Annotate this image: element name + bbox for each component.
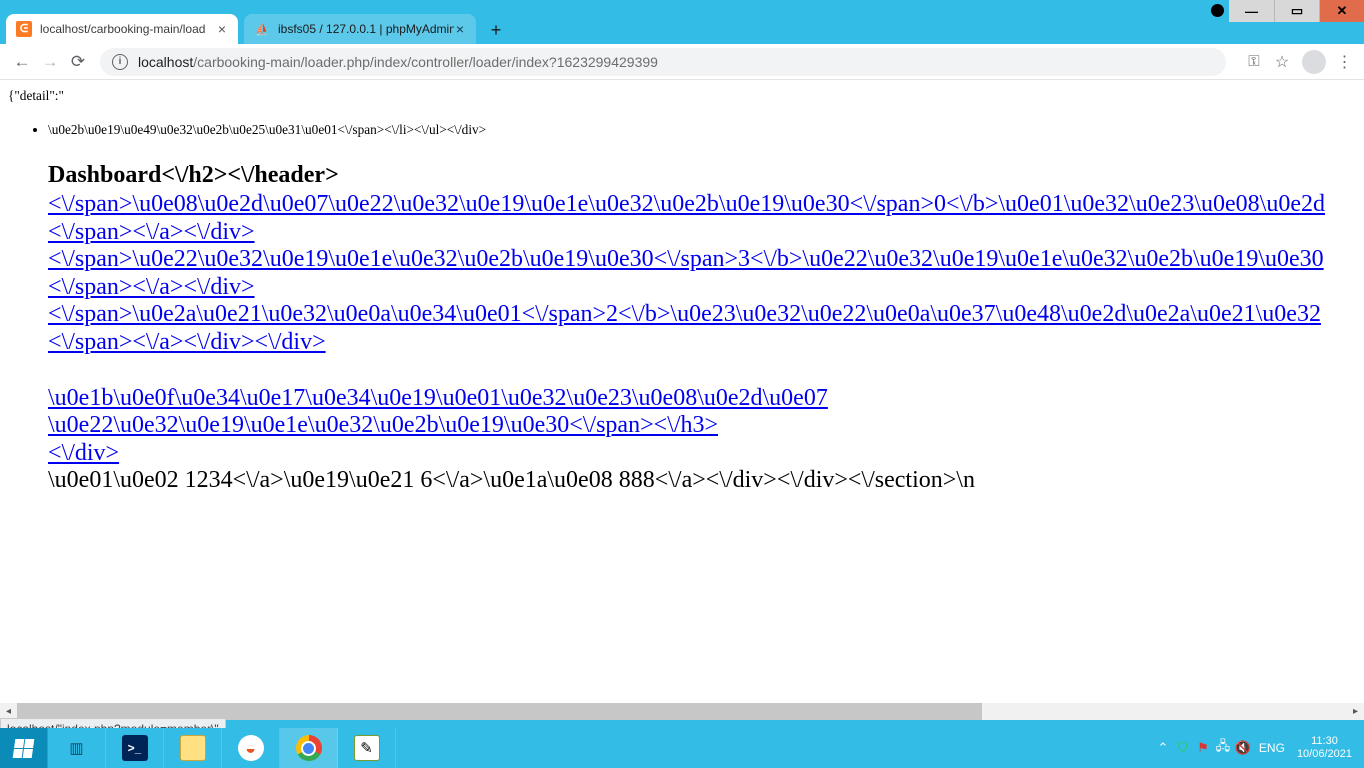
window-titlebar xyxy=(0,0,1364,10)
powershell-icon: >_ xyxy=(122,735,148,761)
chrome-button[interactable] xyxy=(280,728,338,768)
link-text: \u0e1b\u0e0f\u0e34\u0e17\u0e34\u0e19\u0e… xyxy=(48,385,828,411)
phpmyadmin-favicon-icon: ⛵ xyxy=(254,21,270,37)
start-button[interactable] xyxy=(0,728,48,768)
close-tab-icon[interactable]: × xyxy=(216,21,228,37)
task-view-icon: ▥ xyxy=(64,735,90,761)
chrome-icon xyxy=(296,735,322,761)
tray-volume-icon[interactable]: 🔇 xyxy=(1233,740,1253,756)
url-host: localhost xyxy=(138,54,193,70)
tab-inactive[interactable]: ⛵ ibsfs05 / 127.0.0.1 | phpMyAdmin × xyxy=(244,14,476,44)
tray-network-icon[interactable]: 🖧 xyxy=(1213,737,1233,759)
page-viewport: {"detail":" \u0e2b\u0e19\u0e49\u0e32\u0e… xyxy=(0,80,1364,720)
scroll-right-icon[interactable]: ▸ xyxy=(1347,703,1364,720)
reload-button[interactable]: ⟳ xyxy=(64,48,92,76)
notepadpp-button[interactable]: ✎ xyxy=(338,728,396,768)
forward-button[interactable]: → xyxy=(36,48,64,76)
address-bar[interactable]: i localhost/carbooking-main/loader.php/i… xyxy=(100,48,1226,76)
raw-json-prefix: {"detail":" xyxy=(8,88,1364,104)
link-text: <\/div> xyxy=(48,440,119,466)
tray-shield-icon[interactable]: ⛉ xyxy=(1173,740,1193,756)
bookmark-icon[interactable]: ☆ xyxy=(1268,48,1296,76)
link-block-2[interactable]: \u0e1b\u0e0f\u0e34\u0e17\u0e34\u0e19\u0e… xyxy=(48,385,1364,468)
back-button[interactable]: ← xyxy=(8,48,36,76)
link-text: \u0e22\u0e32\u0e19\u0e1e\u0e32\u0e2b\u0e… xyxy=(48,412,718,438)
xampp-favicon-icon: ᕮ xyxy=(16,21,32,37)
powershell-button[interactable]: >_ xyxy=(106,728,164,768)
account-indicator[interactable] xyxy=(1211,4,1224,17)
clock-date: 10/06/2021 xyxy=(1297,748,1352,761)
link-text: <\/span><\/a><\/div> xyxy=(48,274,255,300)
language-indicator[interactable]: ENG xyxy=(1259,741,1285,755)
maximize-button[interactable]: ▭ xyxy=(1274,0,1319,22)
saved-password-icon[interactable]: ⚿ xyxy=(1240,48,1268,76)
link-text: <\/span><\/a><\/div> xyxy=(48,219,255,245)
updater-icon: ◒ xyxy=(238,735,264,761)
updater-button[interactable]: ◒ xyxy=(222,728,280,768)
notepadpp-icon: ✎ xyxy=(354,735,380,761)
tray-chevron-icon[interactable]: ⌃ xyxy=(1153,740,1173,756)
close-button[interactable]: ✕ xyxy=(1319,0,1364,22)
link-text: <\/span>\u0e22\u0e32\u0e19\u0e1e\u0e32\u… xyxy=(48,246,1324,272)
tab-title: localhost/carbooking-main/load xyxy=(40,22,216,36)
task-view-button[interactable]: ▥ xyxy=(48,728,106,768)
system-tray: ⌃ ⛉ ⚑ 🖧 🔇 ENG 11:30 10/06/2021 xyxy=(1153,728,1364,768)
site-info-icon[interactable]: i xyxy=(112,54,128,70)
clock[interactable]: 11:30 10/06/2021 xyxy=(1297,735,1352,760)
profile-avatar[interactable] xyxy=(1302,50,1326,74)
windows-logo-icon xyxy=(13,739,35,758)
file-explorer-button[interactable] xyxy=(164,728,222,768)
close-tab-icon[interactable]: × xyxy=(454,21,466,37)
file-explorer-icon xyxy=(180,735,206,761)
tab-strip: ᕮ localhost/carbooking-main/load × ⛵ ibs… xyxy=(0,10,1364,44)
link-text: <\/span>\u0e08\u0e2d\u0e07\u0e22\u0e32\u… xyxy=(48,191,1325,217)
minimize-button[interactable]: — xyxy=(1229,0,1274,22)
link-text: <\/span>\u0e2a\u0e21\u0e32\u0e0a\u0e34\u… xyxy=(48,301,1321,327)
taskbar: ▥ >_ ◒ ✎ ⌃ ⛉ ⚑ 🖧 🔇 ENG 11:30 10/06/2021 xyxy=(0,728,1364,768)
trailing-text: \u0e01\u0e02 1234<\/a>\u0e19\u0e21 6<\/a… xyxy=(48,467,1364,495)
chrome-menu-icon[interactable]: ⋮ xyxy=(1332,48,1356,76)
tray-flag-icon[interactable]: ⚑ xyxy=(1193,740,1213,756)
url-path: /carbooking-main/loader.php/index/contro… xyxy=(193,54,658,70)
browser-toolbar: ← → ⟳ i localhost/carbooking-main/loader… xyxy=(0,44,1364,80)
link-block-1[interactable]: <\/span>\u0e08\u0e2d\u0e07\u0e22\u0e32\u… xyxy=(48,191,1364,357)
window-controls: — ▭ ✕ xyxy=(1229,0,1364,22)
clock-time: 11:30 xyxy=(1297,735,1352,748)
tab-title: ibsfs05 / 127.0.0.1 | phpMyAdmin xyxy=(278,22,454,36)
dashboard-heading: Dashboard<\/h2><\/header> xyxy=(48,162,1364,189)
tab-active[interactable]: ᕮ localhost/carbooking-main/load × xyxy=(6,14,238,44)
link-text: <\/span><\/a><\/div><\/div> xyxy=(48,329,326,355)
bullet-item: \u0e2b\u0e19\u0e49\u0e32\u0e2b\u0e25\u0e… xyxy=(48,122,1364,138)
new-tab-button[interactable]: + xyxy=(482,16,510,44)
